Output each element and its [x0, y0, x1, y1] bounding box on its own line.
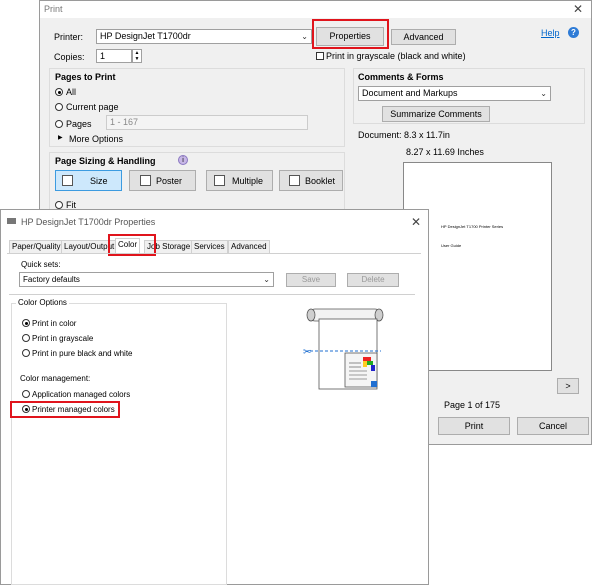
size-button[interactable]: Size	[55, 170, 122, 191]
multiple-label: Multiple	[232, 176, 264, 186]
preview-size: 8.27 x 11.69 Inches	[406, 147, 484, 157]
advanced-button[interactable]: Advanced	[391, 29, 456, 45]
pages-range-value: 1 - 167	[110, 117, 139, 127]
pages-to-print-panel: Pages to Print All Current page Pages 1 …	[49, 68, 345, 147]
tab-divider	[7, 253, 421, 254]
comments-forms-value: Document and Markups	[362, 88, 458, 98]
comments-forms-panel: Comments & Forms Document and Markups ⌄ …	[353, 68, 585, 124]
booklet-icon	[289, 175, 300, 186]
poster-label: Poster	[156, 176, 183, 186]
size-icon	[62, 175, 73, 186]
application-managed-label: Application managed colors	[32, 390, 131, 399]
properties-dialog-title: HP DesignJet T1700dr Properties	[21, 217, 156, 227]
summarize-comments-button[interactable]: Summarize Comments	[382, 106, 490, 122]
color-management-label: Color management:	[20, 374, 91, 383]
booklet-label: Booklet	[305, 176, 336, 186]
print-close-icon[interactable]: ✕	[573, 2, 583, 16]
print-dialog-title: Print	[44, 4, 63, 14]
radio-black-white[interactable]	[22, 349, 30, 357]
pages-to-print-heading: Pages to Print	[55, 72, 116, 82]
copies-value: 1	[100, 51, 106, 61]
quick-sets-label: Quick sets:	[21, 260, 61, 269]
radio-all-label: All	[66, 87, 77, 97]
grayscale-label: Print in grayscale (black and white)	[326, 51, 466, 61]
preview-title: HP DesignJet T1700 Printer Series	[441, 224, 504, 229]
color-options-group: Color Options Print in color Print in gr…	[11, 298, 227, 585]
radio-print-in-grayscale[interactable]	[22, 334, 30, 342]
info-icon[interactable]: i	[178, 155, 188, 165]
radio-print-in-color[interactable]	[22, 319, 30, 327]
radio-current-page-label: Current page	[66, 102, 119, 112]
booklet-button[interactable]: Booklet	[279, 170, 343, 191]
radio-current-page[interactable]	[55, 103, 63, 111]
comments-forms-select[interactable]: Document and Markups ⌄	[358, 86, 551, 101]
tab-advanced[interactable]: Advanced	[228, 240, 270, 253]
printer-roll-illustration-icon: ✂	[303, 308, 384, 390]
quick-sets-value: Factory defaults	[23, 275, 80, 284]
printer-select-value: HP DesignJet T1700dr	[100, 31, 191, 41]
comments-forms-heading: Comments & Forms	[358, 72, 444, 82]
poster-button[interactable]: Poster	[129, 170, 196, 191]
poster-icon	[140, 175, 151, 186]
expand-arrow-icon[interactable]: ▶	[58, 134, 63, 141]
properties-dialog: HP DesignJet T1700dr Properties ✕ Paper/…	[0, 209, 429, 585]
printer-icon	[7, 218, 16, 224]
help-link[interactable]: Help	[541, 28, 560, 38]
radio-fit[interactable]	[55, 201, 63, 209]
print-in-grayscale-label: Print in grayscale	[32, 334, 94, 343]
tab-services[interactable]: Services	[191, 240, 228, 253]
size-label: Size	[90, 176, 108, 186]
multiple-button[interactable]: Multiple	[206, 170, 273, 191]
properties-highlight	[312, 19, 389, 49]
radio-all[interactable]	[55, 88, 63, 96]
next-page-button[interactable]: >	[557, 378, 579, 394]
multiple-icon	[214, 175, 225, 186]
copies-stepper[interactable]: ▲ ▼	[132, 49, 142, 63]
preview-subtitle: User Guide	[441, 243, 462, 248]
help-icon[interactable]: ?	[568, 27, 579, 38]
radio-pages-label: Pages	[66, 119, 92, 129]
grayscale-checkbox[interactable]	[316, 52, 324, 60]
properties-close-icon[interactable]: ✕	[411, 215, 421, 229]
radio-application-managed[interactable]	[22, 390, 30, 398]
color-options-heading: Color Options	[16, 298, 69, 307]
quick-sets-select[interactable]: Factory defaults ⌄	[19, 272, 274, 287]
save-button[interactable]: Save	[286, 273, 336, 287]
chevron-down-icon: ⌄	[540, 89, 547, 98]
black-white-label: Print in pure black and white	[32, 349, 133, 358]
tab-paper-quality[interactable]: Paper/Quality	[9, 240, 64, 253]
copies-input[interactable]: 1	[96, 49, 132, 63]
cancel-button[interactable]: Cancel	[517, 417, 589, 435]
document-size: Document: 8.3 x 11.7in	[358, 130, 450, 140]
radio-pages[interactable]	[55, 120, 63, 128]
chevron-down-icon: ⌄	[263, 275, 270, 284]
page-sizing-panel: Page Sizing & Handling i Size Poster Mul…	[49, 152, 345, 212]
copies-label: Copies:	[54, 52, 85, 62]
page-sizing-heading: Page Sizing & Handling	[55, 156, 156, 166]
printer-managed-highlight	[10, 401, 120, 418]
chevron-down-icon: ⌄	[301, 32, 308, 41]
more-options-link[interactable]: More Options	[69, 134, 123, 144]
printer-select[interactable]: HP DesignJet T1700dr ⌄	[96, 29, 312, 44]
delete-button[interactable]: Delete	[347, 273, 399, 287]
pages-range-input[interactable]: 1 - 167	[106, 115, 308, 130]
print-in-color-label: Print in color	[32, 319, 77, 328]
quick-sets-divider	[9, 294, 415, 295]
svg-text:✂: ✂	[303, 347, 311, 358]
print-titlebar: Print ✕	[40, 1, 591, 18]
page-indicator: Page 1 of 175	[444, 400, 501, 410]
printer-label: Printer:	[54, 32, 84, 42]
print-button[interactable]: Print	[438, 417, 510, 435]
